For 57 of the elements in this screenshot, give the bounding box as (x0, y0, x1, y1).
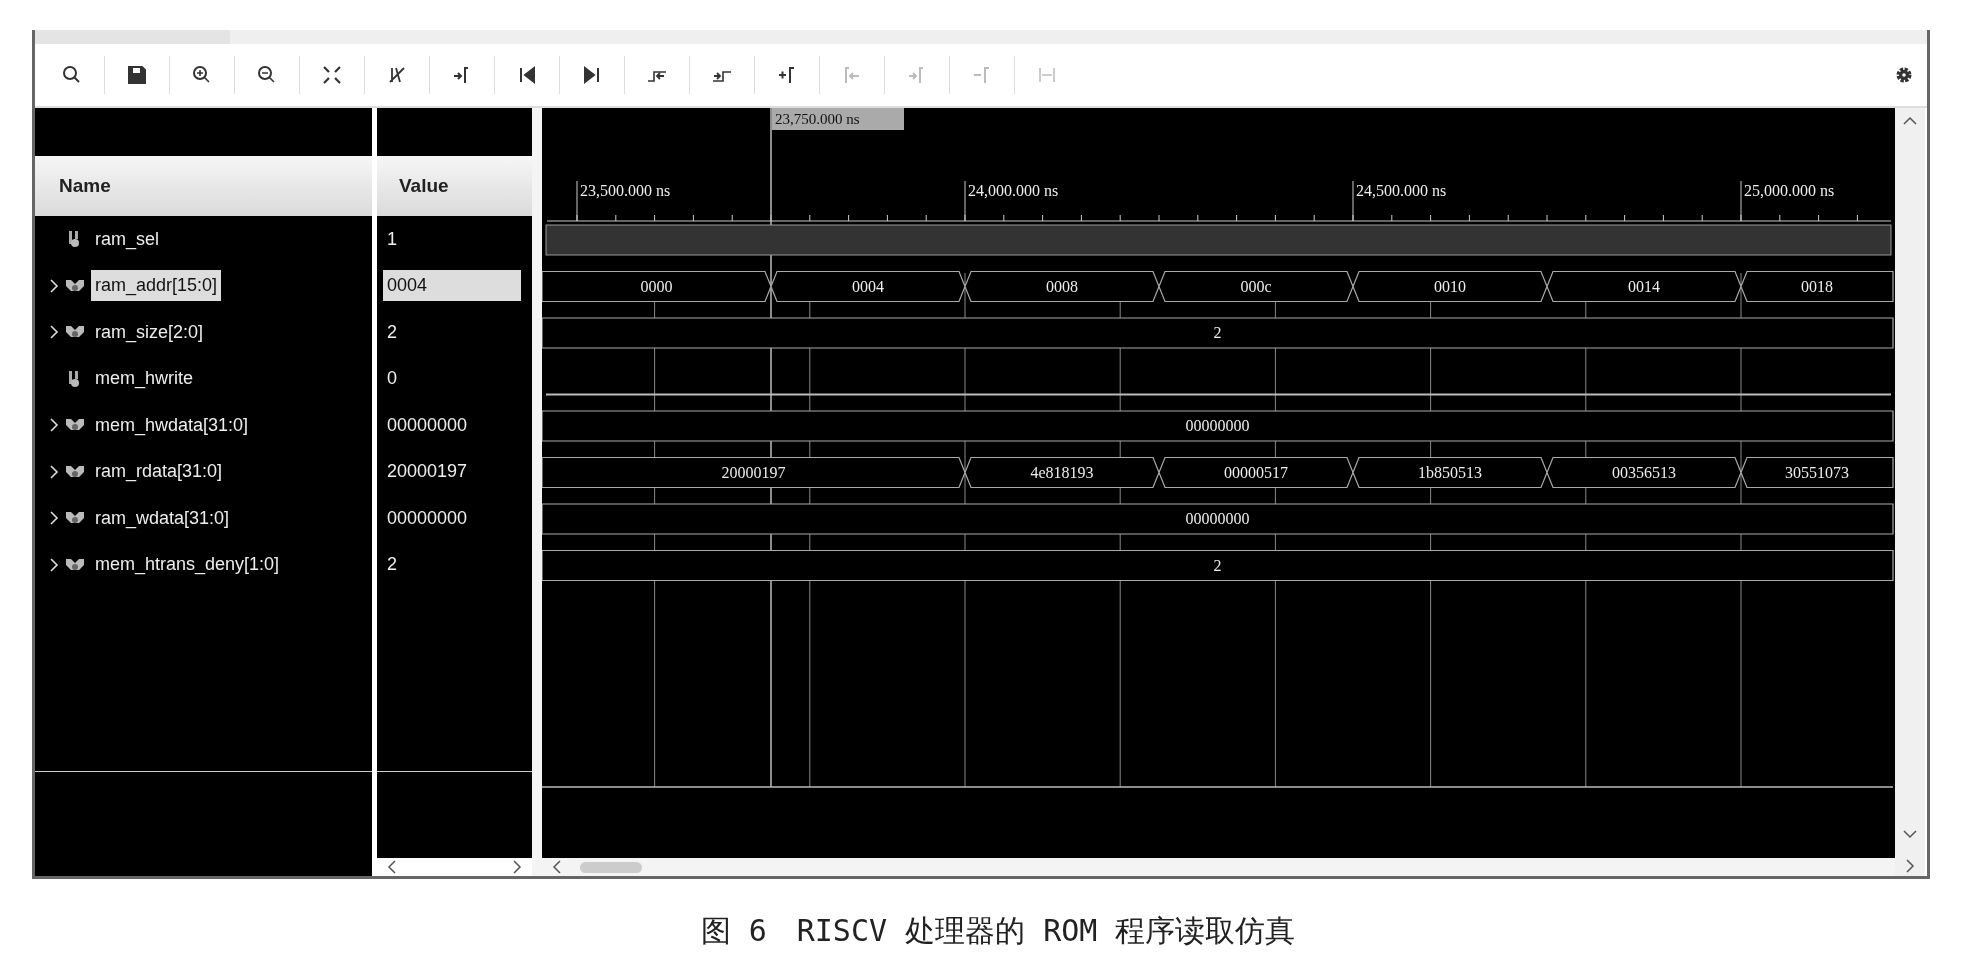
bus-value: 0010 (1434, 277, 1466, 295)
time-label: 24,500.000 ns (1356, 182, 1447, 199)
bus-value: 2 (1213, 556, 1222, 574)
time-cursor[interactable] (770, 108, 772, 787)
scroll-right-icon[interactable] (1905, 859, 1915, 873)
signal-value: 00000000 (386, 506, 469, 530)
signal-name[interactable]: ram_addr[15:0] (91, 270, 222, 302)
column-header[interactable]: Name (35, 156, 372, 216)
bus-value: 4e818193 (1030, 463, 1094, 481)
signal-value: 2 (386, 553, 398, 577)
signal-name[interactable]: mem_htrans_deny[1:0] (91, 549, 284, 581)
figure-caption: 图 6 RISCV 处理器的 ROM 程序读取仿真 (699, 912, 1297, 950)
bus-value: 00000000 (1185, 510, 1250, 527)
scroll-right-icon[interactable] (512, 860, 522, 874)
bus-value: 0018 (1801, 277, 1833, 295)
signal-name[interactable]: ram_rdata[31:0] (91, 456, 227, 488)
bus-value: 1b850513 (1418, 463, 1482, 481)
column-header[interactable]: Value (377, 156, 532, 216)
expand-corners-icon (321, 64, 343, 86)
bus-value: 000c (1240, 277, 1272, 295)
bus-value: 00000517 (1224, 463, 1288, 481)
chevron-right-icon[interactable] (49, 277, 59, 294)
bus-value: 0008 (1046, 277, 1078, 295)
bus-value: 0004 (852, 277, 884, 295)
signal-name[interactable]: ram_sel (91, 223, 164, 255)
signal-value: 0 (386, 367, 398, 391)
cursor-time: 23,750.000 ns (775, 111, 860, 127)
chevron-right-icon[interactable] (49, 510, 59, 527)
signal-name[interactable]: mem_hwdata[31:0] (91, 409, 253, 441)
time-label: 24,000.000 ns (968, 182, 1059, 199)
signal-value: 2 (386, 320, 398, 344)
chevron-right-icon[interactable] (49, 417, 59, 434)
bus-value: 00000000 (1185, 417, 1250, 434)
signal-name[interactable]: ram_wdata[31:0] (91, 502, 234, 534)
scrollbar-thumb[interactable] (580, 861, 642, 873)
bus-value: 0000 (640, 277, 673, 295)
signal-name[interactable]: ram_size[2:0] (91, 316, 208, 348)
scroll-left-icon[interactable] (552, 860, 562, 874)
signal-value: 00000000 (386, 413, 469, 437)
scroll-up-icon[interactable] (1903, 116, 1917, 126)
signal-value: 0004 (383, 270, 521, 302)
chevron-right-icon[interactable] (49, 463, 59, 480)
chevron-right-icon[interactable] (49, 556, 59, 573)
scroll-down-icon[interactable] (1903, 829, 1917, 839)
signal-name[interactable]: mem_hwrite (91, 363, 198, 395)
save-icon (126, 64, 148, 86)
bus-value: 00356513 (1612, 463, 1676, 481)
chevron-right-icon[interactable] (49, 324, 59, 341)
time-label: 25,000.000 ns (1744, 182, 1835, 199)
bus-value: 30551073 (1785, 463, 1849, 481)
bus-value: 20000197 (721, 463, 786, 481)
signal-value: 1 (386, 227, 398, 251)
bus-value: 0014 (1628, 277, 1660, 295)
signal-value: 20000197 (386, 460, 469, 484)
scroll-left-icon[interactable] (387, 860, 397, 874)
bus-value: 2 (1213, 324, 1222, 341)
time-label: 23,500.000 ns (580, 182, 671, 199)
